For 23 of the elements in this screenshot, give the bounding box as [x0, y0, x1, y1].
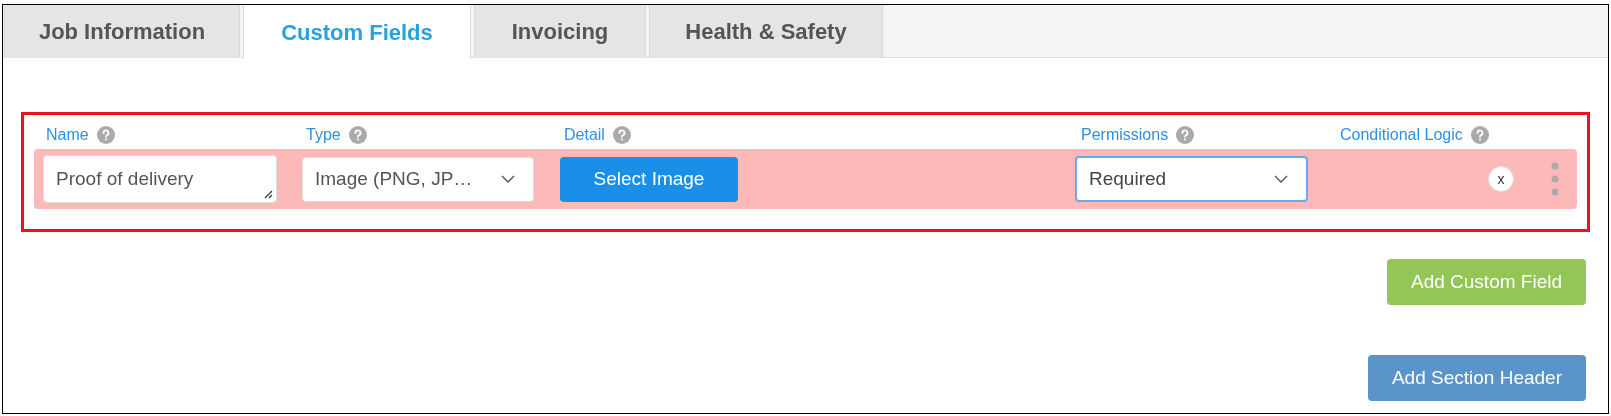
chevron-down-icon: [1274, 175, 1288, 183]
permissions-dropdown[interactable]: Required: [1075, 156, 1308, 202]
help-icon[interactable]: [348, 126, 367, 144]
column-label: Detail: [564, 125, 605, 145]
name-field[interactable]: Proof of delivery: [43, 155, 277, 203]
more-vertical-icon[interactable]: [1551, 162, 1559, 196]
column-label: Permissions: [1081, 125, 1169, 145]
column-label: Conditional Logic: [1340, 125, 1463, 145]
column-label: Name: [46, 125, 89, 145]
help-icon[interactable]: [1470, 126, 1489, 144]
help-icon[interactable]: [612, 126, 631, 144]
help-icon[interactable]: [96, 126, 115, 144]
select-image-button[interactable]: Select Image: [560, 156, 738, 202]
chevron-down-icon: [501, 175, 515, 183]
add-button[interactable]: Add Section Header: [1367, 355, 1586, 401]
tab[interactable]: Health & Safety: [649, 5, 883, 58]
help-icon[interactable]: [1176, 126, 1195, 144]
column-label: Type: [306, 125, 341, 145]
tab[interactable]: Job Information: [4, 5, 240, 58]
remove-button[interactable]: x: [1488, 166, 1514, 192]
resize-handle-icon[interactable]: [263, 189, 273, 199]
type-dropdown[interactable]: Image (PNG, JP…: [302, 156, 534, 202]
tab[interactable]: Invoicing: [474, 5, 646, 58]
